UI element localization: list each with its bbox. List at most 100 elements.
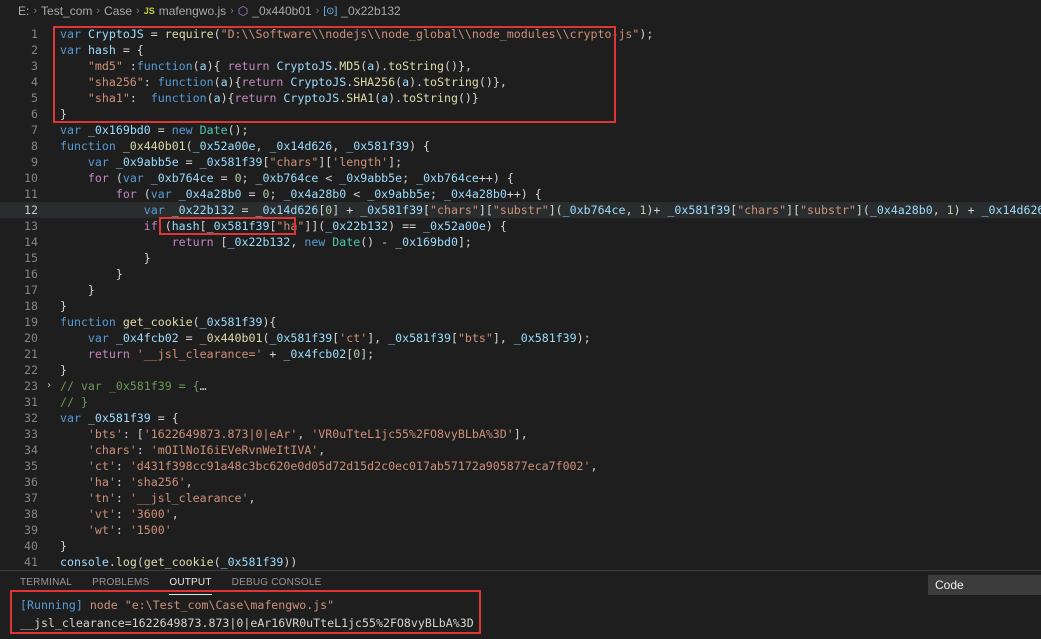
code-line[interactable]: 31 // } xyxy=(0,394,1041,410)
tab-terminal[interactable]: TERMINAL xyxy=(20,577,72,595)
breadcrumb-folder-case[interactable]: Case xyxy=(104,4,132,18)
line-number: 10 xyxy=(24,171,38,185)
line-number: 2 xyxy=(31,43,38,57)
line-number: 39 xyxy=(24,523,38,537)
javascript-file-icon: JS xyxy=(143,6,155,16)
code-text: 'vt': '3600', xyxy=(87,507,179,521)
code-text: console.log(get_cookie(_0x581f39)) xyxy=(60,555,298,569)
line-number: 9 xyxy=(31,155,38,169)
code-line[interactable]: 3 "md5" :function(a){ return CryptoJS.MD… xyxy=(0,58,1041,74)
code-line[interactable]: 12 var _0x22b132 = _0x14d626[0] + _0x581… xyxy=(0,202,1041,218)
code-editor[interactable]: 1 var CryptoJS = require("D:\\Software\\n… xyxy=(0,22,1041,570)
line-number: 5 xyxy=(31,91,38,105)
code-line[interactable]: 6} xyxy=(0,106,1041,122)
breadcrumb-function[interactable]: _0x440b01 xyxy=(252,4,311,18)
code-text: if (hash[_0x581f39["ha"]](_0x22b132) == … xyxy=(143,219,507,233)
code-text: } xyxy=(60,363,67,377)
code-line[interactable]: 4 "sha256": function(a){return CryptoJS.… xyxy=(0,74,1041,90)
tab-output[interactable]: OUTPUT xyxy=(169,577,212,595)
bottom-panel: TERMINAL PROBLEMS OUTPUT DEBUG CONSOLE C… xyxy=(0,570,1041,639)
code-line[interactable]: 11 for (var _0x4a28b0 = 0; _0x4a28b0 < _… xyxy=(0,186,1041,202)
code-line[interactable]: 18} xyxy=(0,298,1041,314)
line-number: 11 xyxy=(24,187,38,201)
breadcrumb-variable[interactable]: _0x22b132 xyxy=(341,4,400,18)
code-line[interactable]: 21 return '__jsl_clearance=' + _0x4fcb02… xyxy=(0,346,1041,362)
code-line[interactable]: 38 'vt': '3600', xyxy=(0,506,1041,522)
code-line[interactable]: 32 var _0x581f39 = { xyxy=(0,410,1041,426)
function-symbol-icon: ⬡ xyxy=(237,4,249,18)
fold-chevron-icon[interactable]: › xyxy=(46,378,52,394)
line-number: 33 xyxy=(24,427,38,441)
code-line[interactable]: 10 for (var _0xb764ce = 0; _0xb764ce < _… xyxy=(0,170,1041,186)
code-text: for (var _0xb764ce = 0; _0xb764ce < _0x9… xyxy=(87,171,514,185)
code-text: 'chars': 'mOIlNoI6iEVeRvnWeItIVA', xyxy=(87,443,326,457)
panel-tabs: TERMINAL PROBLEMS OUTPUT DEBUG CONSOLE xyxy=(20,577,322,595)
breadcrumb-folder-test-com[interactable]: Test_com xyxy=(41,4,92,18)
code-line[interactable]: 23 › // var _0x581f39 = {… xyxy=(0,378,1041,394)
line-number: 17 xyxy=(24,283,38,297)
line-number: 36 xyxy=(24,475,38,489)
variable-symbol-icon: [⊙] xyxy=(323,5,338,17)
code-line[interactable]: 39 'wt': '1500' xyxy=(0,522,1041,538)
code-line[interactable]: 40} xyxy=(0,538,1041,554)
chevron-right-icon: › xyxy=(96,5,101,17)
line-number: 31 xyxy=(24,395,38,409)
line-number: 20 xyxy=(24,331,38,345)
code-text: "sha256": function(a){return CryptoJS.SH… xyxy=(87,75,507,89)
code-line[interactable]: 7 var _0x169bd0 = new Date(); xyxy=(0,122,1041,138)
line-number: 7 xyxy=(31,123,38,137)
code-text: var hash = { xyxy=(60,43,144,57)
code-line[interactable]: 5 "sha1": function(a){return CryptoJS.SH… xyxy=(0,90,1041,106)
code-text: } xyxy=(60,107,67,121)
code-line[interactable]: 1 var CryptoJS = require("D:\\Software\\n… xyxy=(0,26,1041,42)
code-line[interactable]: 35 'ct': 'd431f398cc91a48c3bc620e0d05d72… xyxy=(0,458,1041,474)
breadcrumb: E: › Test_com › Case › JS mafengwo.js › … xyxy=(0,0,1041,22)
code-line[interactable]: 9 var _0x9abb5e = _0x581f39["chars"]['le… xyxy=(0,154,1041,170)
code-text: var _0x4fcb02 = _0x440b01(_0x581f39['ct'… xyxy=(87,331,591,345)
code-line[interactable]: 34 'chars': 'mOIlNoI6iEVeRvnWeItIVA', xyxy=(0,442,1041,458)
tab-problems[interactable]: PROBLEMS xyxy=(92,577,149,595)
code-line[interactable]: 19 function get_cookie(_0x581f39){ xyxy=(0,314,1041,330)
code-line[interactable]: 8 function _0x440b01(_0x52a00e, _0x14d626… xyxy=(0,138,1041,154)
line-number: 37 xyxy=(24,491,38,505)
code-text: var CryptoJS = require("D:\\Software\\no… xyxy=(60,27,654,41)
line-number: 40 xyxy=(24,539,38,553)
code-text: } xyxy=(60,251,151,265)
code-line[interactable]: 14 return [_0x22b132, new Date() - _0x16… xyxy=(0,234,1041,250)
code-text: 'wt': '1500' xyxy=(87,523,172,537)
output-channel-select[interactable]: Code xyxy=(928,575,1041,595)
line-number: 6 xyxy=(31,107,38,121)
code-line[interactable]: 37 'tn': '__jsl_clearance', xyxy=(0,490,1041,506)
code-line[interactable]: 41 console.log(get_cookie(_0x581f39)) xyxy=(0,554,1041,570)
breadcrumb-file[interactable]: mafengwo.js xyxy=(159,4,226,18)
code-line[interactable]: 20 var _0x4fcb02 = _0x440b01(_0x581f39['… xyxy=(0,330,1041,346)
tab-debug-console[interactable]: DEBUG CONSOLE xyxy=(232,577,322,595)
code-line[interactable]: 2 var hash = { xyxy=(0,42,1041,58)
breadcrumb-drive[interactable]: E: xyxy=(18,4,29,18)
code-line[interactable]: 33 'bts': ['1622649873.873|0|eAr', 'VR0u… xyxy=(0,426,1041,442)
line-number: 4 xyxy=(31,75,38,89)
vscode-window: E: › Test_com › Case › JS mafengwo.js › … xyxy=(0,0,1041,639)
code-text: "sha1": function(a){return CryptoJS.SHA1… xyxy=(87,91,479,105)
code-text: 'ct': 'd431f398cc91a48c3bc620e0d05d72d15… xyxy=(87,459,598,473)
code-text: } xyxy=(60,539,67,553)
line-number: 18 xyxy=(24,299,38,313)
line-number: 14 xyxy=(24,235,38,249)
line-number: 38 xyxy=(24,507,38,521)
code-line[interactable]: 22} xyxy=(0,362,1041,378)
line-number: 16 xyxy=(24,267,38,281)
code-text: } xyxy=(60,283,95,297)
chevron-right-icon: › xyxy=(136,5,140,17)
code-text: var _0x9abb5e = _0x581f39["chars"]['leng… xyxy=(87,155,403,169)
code-text: } xyxy=(60,267,123,281)
output-result-line: __jsl_clearance=1622649873.873|0|eAr16VR… xyxy=(20,616,474,630)
code-line[interactable]: 15 } xyxy=(0,250,1041,266)
line-number: 35 xyxy=(24,459,38,473)
code-line[interactable]: 17 } xyxy=(0,282,1041,298)
code-line[interactable]: 16 } xyxy=(0,266,1041,282)
code-line[interactable]: 13 if (hash[_0x581f39["ha"]](_0x22b132) … xyxy=(0,218,1041,234)
line-number: 8 xyxy=(31,139,38,153)
code-line[interactable]: 36 'ha': 'sha256', xyxy=(0,474,1041,490)
line-number: 19 xyxy=(24,315,38,329)
running-tag: [Running] xyxy=(20,598,83,612)
